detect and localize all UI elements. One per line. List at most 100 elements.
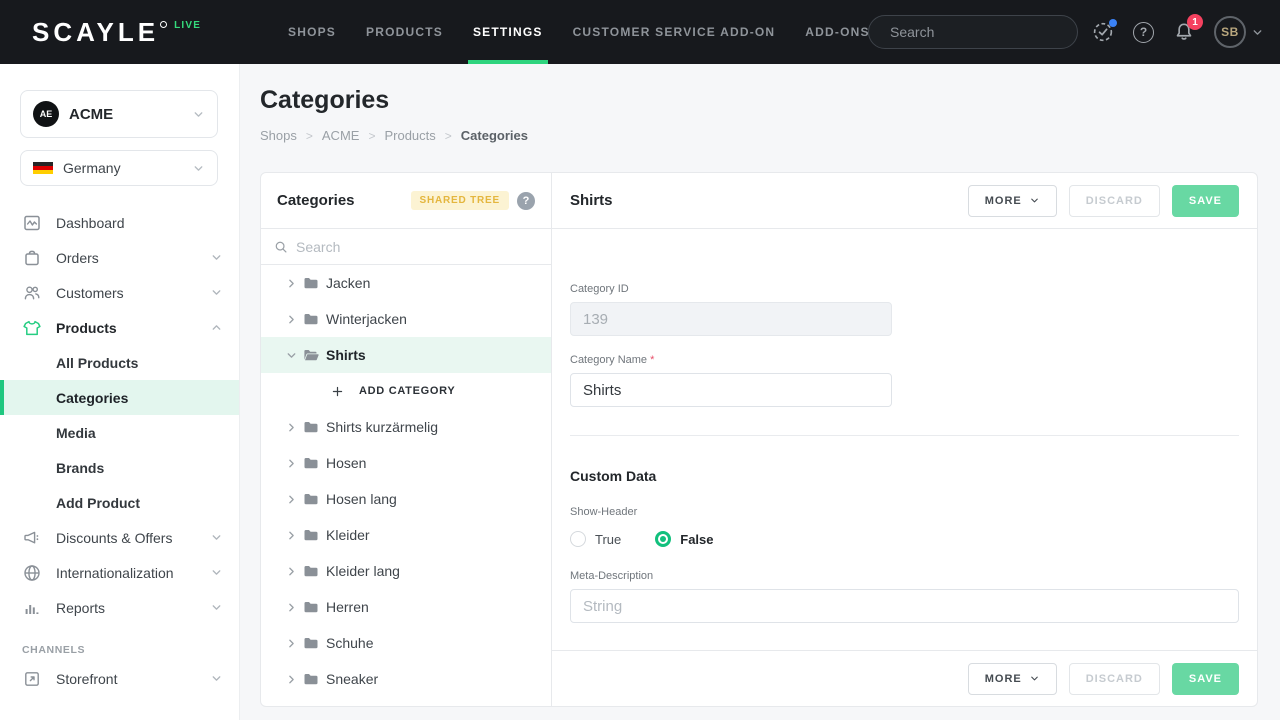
notifications-bell-icon[interactable]: 1 <box>1173 21 1195 43</box>
top-navigation: SHOPS PRODUCTS SETTINGS CUSTOMER SERVICE… <box>288 0 870 64</box>
category-name-field[interactable] <box>570 373 892 407</box>
folder-icon <box>303 599 319 615</box>
folder-icon <box>303 419 319 435</box>
breadcrumb-separator: > <box>445 129 452 143</box>
chevron-down-icon <box>210 286 223 299</box>
chevron-down-icon <box>192 162 205 175</box>
breadcrumb-products[interactable]: Products <box>384 128 435 143</box>
sidebar-navigation: Dashboard Orders Customers Products All … <box>0 205 239 696</box>
meta-description-label: Meta-Description <box>570 570 1239 582</box>
detail-form: Category ID Category Name * Custom Data … <box>552 229 1257 650</box>
chevron-down-icon <box>1029 673 1040 684</box>
sidebar-item-discounts-offers[interactable]: Discounts & Offers <box>0 520 239 555</box>
show-header-label: Show-Header <box>570 506 1239 518</box>
help-icon[interactable]: ? <box>517 192 535 210</box>
folder-icon <box>303 491 319 507</box>
tree-item-kleider-lang[interactable]: Kleider lang <box>261 553 551 589</box>
radio-false[interactable]: False <box>655 531 713 547</box>
folder-icon <box>303 671 319 687</box>
sidebar-item-storefront[interactable]: Storefront <box>0 661 239 696</box>
tree-item-hosen[interactable]: Hosen <box>261 445 551 481</box>
globe-icon <box>22 563 42 583</box>
tree-item-jacken[interactable]: Jacken <box>261 265 551 301</box>
search-icon <box>274 240 288 254</box>
category-detail-panel: Shirts MORE DISCARD SAVE Category ID Cat… <box>552 173 1257 706</box>
breadcrumb-acme[interactable]: ACME <box>322 128 360 143</box>
category-name-group: Category Name * <box>570 354 1239 407</box>
topnav-products[interactable]: PRODUCTS <box>366 0 443 64</box>
category-tree: Jacken Winterjacken Shirts ADD CATEGORY … <box>261 265 551 706</box>
topnav-shops[interactable]: SHOPS <box>288 0 336 64</box>
topnav-settings[interactable]: SETTINGS <box>473 0 543 64</box>
plus-icon <box>331 385 344 398</box>
status-notification-dot <box>1109 19 1117 27</box>
topnav-customer-service-add-on[interactable]: CUSTOMER SERVICE ADD-ON <box>573 0 776 64</box>
shop-selector[interactable]: AE ACME <box>20 90 218 138</box>
more-button[interactable]: MORE <box>968 185 1057 217</box>
categories-card: Categories SHARED TREE ? Jacken Winterja… <box>260 172 1258 707</box>
chevron-right-icon <box>285 601 301 614</box>
category-name-label: Category Name * <box>570 354 1239 366</box>
save-button-footer[interactable]: SAVE <box>1172 663 1239 695</box>
radio-true[interactable]: True <box>570 531 621 547</box>
detail-footer: MORE DISCARD SAVE <box>552 650 1257 706</box>
meta-description-field[interactable] <box>570 589 1239 623</box>
breadcrumb-shops[interactable]: Shops <box>260 128 297 143</box>
folder-open-icon <box>303 347 319 363</box>
tree-item-herren[interactable]: Herren <box>261 589 551 625</box>
sidebar-item-add-product[interactable]: Add Product <box>0 485 239 520</box>
sidebar-item-dashboard[interactable]: Dashboard <box>0 205 239 240</box>
user-menu[interactable]: SB <box>1214 16 1264 48</box>
tree-item-sneaker[interactable]: Sneaker <box>261 661 551 697</box>
folder-icon <box>303 311 319 327</box>
shop-avatar: AE <box>33 101 59 127</box>
chevron-down-icon <box>1029 195 1040 206</box>
folder-icon <box>303 563 319 579</box>
sidebar-item-internationalization[interactable]: Internationalization <box>0 555 239 590</box>
sidebar-item-customers[interactable]: Customers <box>0 275 239 310</box>
required-marker: * <box>650 354 654 366</box>
sidebar-item-media[interactable]: Media <box>0 415 239 450</box>
tree-item-shirts[interactable]: Shirts <box>261 337 551 373</box>
tree-item-partial[interactable] <box>261 697 551 706</box>
chevron-right-icon <box>285 529 301 542</box>
chevron-right-icon <box>285 493 301 506</box>
chevron-down-icon <box>210 566 223 579</box>
sidebar-item-categories[interactable]: Categories <box>0 380 239 415</box>
tree-search-input[interactable] <box>296 239 538 255</box>
sidebar-item-products[interactable]: Products <box>0 310 239 345</box>
system-status-icon[interactable] <box>1092 21 1114 43</box>
avatar: SB <box>1214 16 1246 48</box>
help-icon[interactable]: ? <box>1133 22 1154 43</box>
customers-icon <box>22 283 42 303</box>
discard-button[interactable]: DISCARD <box>1069 185 1160 217</box>
chevron-right-icon <box>285 637 301 650</box>
sidebar-item-orders[interactable]: Orders <box>0 240 239 275</box>
sidebar-item-all-products[interactable]: All Products <box>0 345 239 380</box>
more-button-footer[interactable]: MORE <box>968 663 1057 695</box>
topnav-add-ons[interactable]: ADD-ONS <box>805 0 869 64</box>
tree-item-kleider[interactable]: Kleider <box>261 517 551 553</box>
tree-item-winterjacken[interactable]: Winterjacken <box>261 301 551 337</box>
logo-text: SCAYLE <box>32 18 159 46</box>
sidebar-item-reports[interactable]: Reports <box>0 590 239 625</box>
detail-title: Shirts <box>570 192 956 209</box>
channels-section-label: CHANNELS <box>22 644 239 656</box>
discard-button-footer[interactable]: DISCARD <box>1069 663 1160 695</box>
category-id-label: Category ID <box>570 283 1239 295</box>
scayle-logo[interactable]: SCAYLE LIVE <box>32 18 201 46</box>
tree-item-hosen-lang[interactable]: Hosen lang <box>261 481 551 517</box>
tree-item-shirts-kurzaermelig[interactable]: Shirts kurzärmelig <box>261 409 551 445</box>
tree-search <box>261 229 551 265</box>
tree-item-schuhe[interactable]: Schuhe <box>261 625 551 661</box>
global-search-input[interactable] <box>890 24 1071 40</box>
custom-data-heading: Custom Data <box>570 468 1239 484</box>
chevron-right-icon <box>285 277 301 290</box>
country-selector[interactable]: Germany <box>20 150 218 186</box>
storefront-icon <box>22 669 42 689</box>
megaphone-icon <box>22 528 42 548</box>
sidebar-item-brands[interactable]: Brands <box>0 450 239 485</box>
add-category-button[interactable]: ADD CATEGORY <box>261 373 551 409</box>
notification-count-badge: 1 <box>1187 14 1203 30</box>
save-button[interactable]: SAVE <box>1172 185 1239 217</box>
